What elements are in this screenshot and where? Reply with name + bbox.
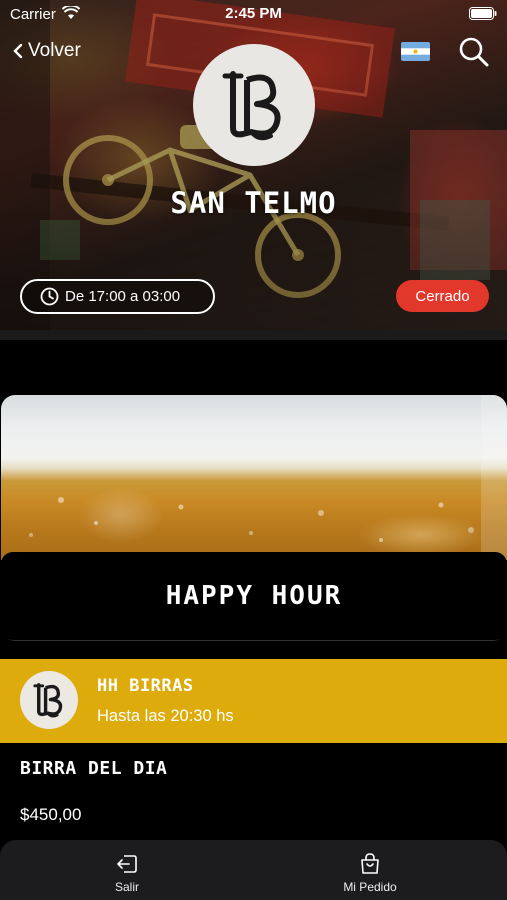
back-button[interactable]: Volver: [12, 40, 81, 62]
search-icon[interactable]: [458, 36, 490, 68]
clock-icon: [40, 287, 59, 306]
hours-label: De 17:00 a 03:00: [65, 288, 181, 305]
tab-label: Salir: [114, 880, 139, 894]
status-time: 2:45 PM: [225, 5, 282, 22]
category-subtitle: Hasta las 20:30 hs: [97, 707, 234, 725]
status-badge: Cerrado: [396, 280, 489, 312]
promo-title: HAPPY HOUR: [165, 581, 343, 611]
back-label: Volver: [28, 40, 81, 61]
promo-card[interactable]: HAPPY HOUR: [1, 395, 507, 641]
tab-bar: Salir Mi Pedido: [0, 840, 507, 900]
shopping-bag-icon: [361, 853, 379, 874]
menu-item-price: $450,00: [20, 805, 82, 824]
status-bar: Carrier 2:45 PM: [0, 0, 507, 30]
menu-item-name[interactable]: BIRRA DEL DIA: [20, 758, 167, 779]
beer-image: [1, 395, 507, 560]
category-name: HH BIRRAS: [97, 676, 194, 696]
lb-logo-icon: [33, 683, 63, 718]
tab-mi-pedido[interactable]: Mi Pedido: [243, 840, 497, 900]
store-hero: Carrier 2:45 PM Volver SAN TELMO De 17:0…: [0, 0, 507, 330]
chevron-left-icon: [13, 43, 23, 59]
category-logo: [20, 671, 78, 729]
battery-icon: [469, 7, 497, 20]
category-header: HH BIRRAS Hasta las 20:30 hs: [0, 659, 507, 743]
beer-bubbles-decoration: [29, 395, 507, 560]
tab-label: Mi Pedido: [343, 880, 397, 894]
store-title: SAN TELMO: [170, 186, 337, 220]
section-divider: [0, 330, 507, 340]
opening-hours: De 17:00 a 03:00: [20, 279, 215, 314]
promo-title-bar: HAPPY HOUR: [1, 552, 507, 641]
tab-salir[interactable]: Salir: [0, 840, 254, 900]
store-logo: [193, 44, 315, 166]
lb-logo-icon: [222, 71, 281, 141]
logout-icon: [117, 855, 137, 873]
argentina-flag-icon[interactable]: [401, 42, 430, 61]
